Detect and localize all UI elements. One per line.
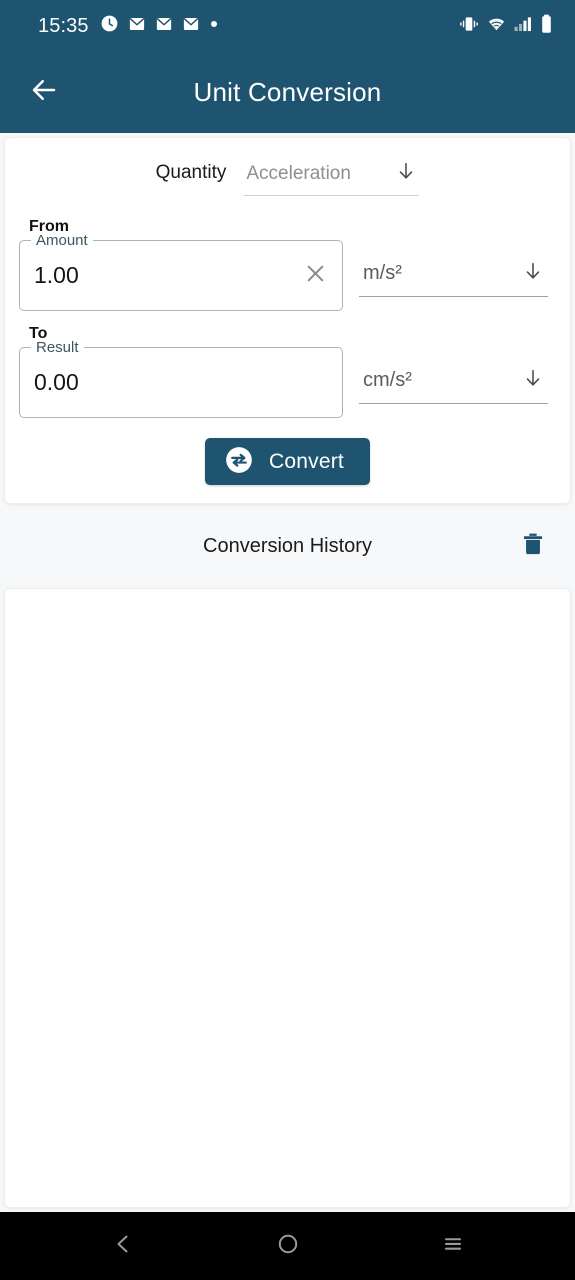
arrow-down-icon	[522, 367, 544, 394]
quantity-row: Quantity Acceleration	[19, 156, 556, 196]
cellular-signal-icon	[514, 15, 533, 37]
history-header: Conversion History	[0, 504, 575, 588]
back-button[interactable]	[16, 65, 72, 121]
to-row: Result 0.00 cm/s²	[19, 339, 556, 418]
clear-amount-button[interactable]	[300, 261, 330, 291]
to-section-label: To	[29, 325, 48, 342]
from-row: Amount 1.00 m/s²	[19, 232, 556, 311]
to-unit-dropdown[interactable]: cm/s²	[359, 361, 548, 404]
quantity-label: Quantity	[155, 162, 227, 183]
history-title: Conversion History	[203, 534, 372, 557]
nav-home-button[interactable]	[256, 1222, 320, 1270]
arrow-down-icon	[395, 160, 417, 187]
wifi-icon	[486, 15, 507, 37]
clear-history-button[interactable]	[513, 526, 553, 566]
status-bar: 15:35	[0, 0, 575, 52]
mail-icon	[128, 15, 146, 38]
dot-icon	[209, 15, 219, 38]
recent-apps-icon	[441, 1232, 465, 1261]
convert-button-wrapper: Convert	[19, 438, 556, 485]
back-chevron-icon	[111, 1232, 135, 1261]
arrow-left-icon	[29, 75, 59, 110]
swap-horizontal-icon	[225, 446, 253, 477]
convert-button-label: Convert	[269, 449, 344, 473]
page-title: Unit Conversion	[193, 77, 382, 107]
result-input: Result 0.00	[19, 339, 343, 418]
amount-value: 1.00	[34, 262, 79, 288]
history-empty-state	[5, 589, 570, 1207]
app-root: 15:35 Unit Conversion Quantity Accelerat…	[0, 0, 575, 1280]
trash-icon	[520, 531, 546, 562]
close-icon	[303, 261, 328, 291]
status-bar-right	[459, 14, 553, 39]
nav-recents-button[interactable]	[421, 1222, 485, 1270]
vibrate-icon	[459, 15, 479, 38]
battery-icon	[540, 14, 553, 39]
from-unit-dropdown[interactable]: m/s²	[359, 254, 548, 297]
home-circle-icon	[276, 1232, 300, 1261]
converter-card: Quantity Acceleration From Amount 1.00 m…	[4, 137, 571, 504]
system-navigation-bar	[0, 1212, 575, 1280]
from-unit-value: m/s²	[363, 262, 402, 284]
result-field-label: Result	[31, 339, 84, 357]
status-bar-clock: 15:35	[38, 14, 89, 37]
result-value: 0.00	[34, 369, 79, 395]
mail-icon	[182, 15, 200, 38]
clock-icon	[100, 14, 119, 38]
amount-field-label: Amount	[31, 232, 93, 250]
to-unit-value: cm/s²	[363, 369, 412, 391]
app-bar: Unit Conversion	[0, 52, 575, 133]
quantity-selected-value: Acceleration	[246, 162, 351, 184]
quantity-dropdown[interactable]: Acceleration	[244, 156, 420, 196]
nav-back-button[interactable]	[91, 1222, 155, 1270]
amount-input[interactable]: Amount 1.00	[19, 232, 343, 311]
from-section-label: From	[29, 218, 69, 235]
main-content: Quantity Acceleration From Amount 1.00 m…	[0, 133, 575, 1212]
convert-button[interactable]: Convert	[205, 438, 370, 485]
history-list	[4, 588, 571, 1208]
arrow-down-icon	[522, 260, 544, 287]
status-bar-left: 15:35	[38, 14, 219, 38]
mail-icon	[155, 15, 173, 38]
